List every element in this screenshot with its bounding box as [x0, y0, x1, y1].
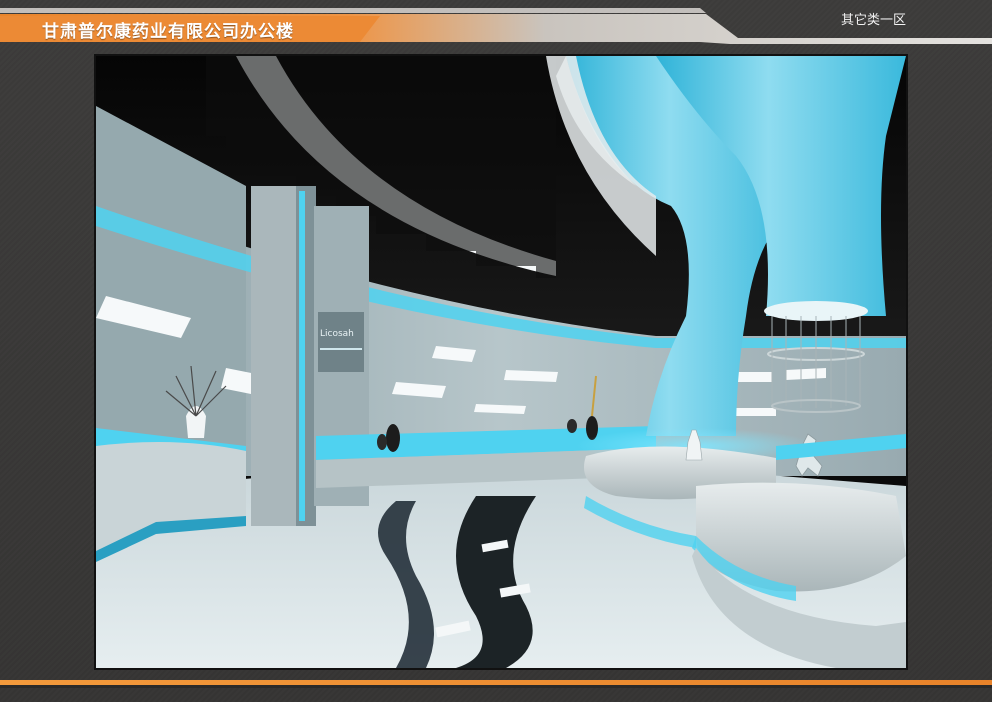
header-bar: 甘肃普尔康药业有限公司办公楼 其它类一区: [0, 0, 992, 46]
wall-sign-text: Licosah: [320, 329, 354, 339]
footer-accent-stripe: [0, 680, 992, 685]
section-label: 其它类一区: [840, 13, 906, 28]
page-title: 甘肃普尔康药业有限公司办公楼: [42, 22, 294, 42]
interior-rendering-image: Licosah: [96, 56, 906, 668]
presentation-page: 甘肃普尔康药业有限公司办公楼 其它类一区 Licosah: [0, 0, 992, 702]
interior-render: Licosah: [94, 54, 908, 670]
